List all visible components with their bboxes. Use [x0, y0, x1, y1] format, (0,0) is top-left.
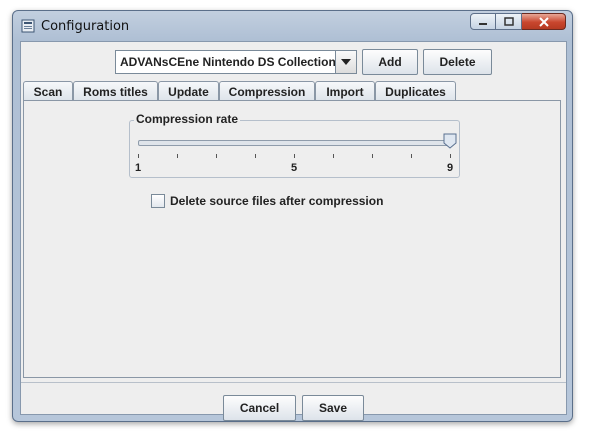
slider-tick — [294, 154, 295, 158]
slider-tick — [372, 154, 373, 158]
slider-tick — [138, 154, 139, 158]
slider-tick — [333, 154, 334, 158]
delete-source-label: Delete source files after compression — [170, 194, 384, 208]
maximize-button[interactable] — [496, 13, 522, 30]
compression-rate-title: Compression rate — [134, 112, 241, 126]
tab-duplicates[interactable]: Duplicates — [375, 81, 456, 101]
compression-rate-group: Compression rate 1 5 9 — [129, 112, 460, 178]
minimize-button[interactable] — [470, 13, 496, 30]
add-button[interactable]: Add — [362, 49, 418, 75]
minimize-icon — [479, 22, 487, 25]
configuration-window: Configuration ADVANsCEne Nintendo DS Col… — [12, 10, 573, 422]
button-bar: Cancel Save — [21, 382, 566, 421]
collection-select-value: ADVANsCEne Nintendo DS Collection — [120, 55, 336, 69]
window-title: Configuration — [41, 19, 130, 34]
slider-max-label: 9 — [447, 162, 454, 174]
maximize-icon — [503, 17, 514, 26]
checkbox-box[interactable] — [151, 194, 165, 208]
delete-source-checkbox[interactable]: Delete source files after compression — [151, 194, 383, 208]
slider-tick — [177, 154, 178, 158]
title-bar[interactable]: Configuration — [13, 11, 572, 41]
app-icon — [21, 19, 35, 33]
slider-mid-label: 5 — [291, 162, 298, 174]
slider-tick — [216, 154, 217, 158]
delete-button[interactable]: Delete — [423, 49, 492, 75]
slider-thumb[interactable] — [443, 133, 457, 149]
tab-import[interactable]: Import — [315, 81, 375, 101]
compression-rate-slider[interactable] — [138, 140, 452, 146]
slider-tick — [411, 154, 412, 158]
tab-compression[interactable]: Compression — [219, 81, 315, 101]
cancel-button[interactable]: Cancel — [223, 395, 296, 421]
close-icon — [538, 16, 549, 27]
close-button[interactable] — [522, 13, 566, 30]
collection-dropdown-button[interactable] — [335, 51, 356, 73]
slider-tick — [255, 154, 256, 158]
compression-panel: Compression rate 1 5 9 Delete source fil… — [23, 100, 561, 378]
dialog-content: ADVANsCEne Nintendo DS Collection Add De… — [20, 41, 567, 421]
save-button[interactable]: Save — [302, 395, 364, 421]
slider-min-label: 1 — [135, 162, 142, 174]
tab-roms-titles[interactable]: Roms titles — [73, 81, 158, 101]
slider-tick — [450, 154, 451, 158]
chevron-down-icon — [341, 59, 351, 65]
tab-update[interactable]: Update — [158, 81, 219, 101]
tab-scan[interactable]: Scan — [23, 81, 73, 101]
collection-select[interactable]: ADVANsCEne Nintendo DS Collection — [115, 50, 357, 74]
